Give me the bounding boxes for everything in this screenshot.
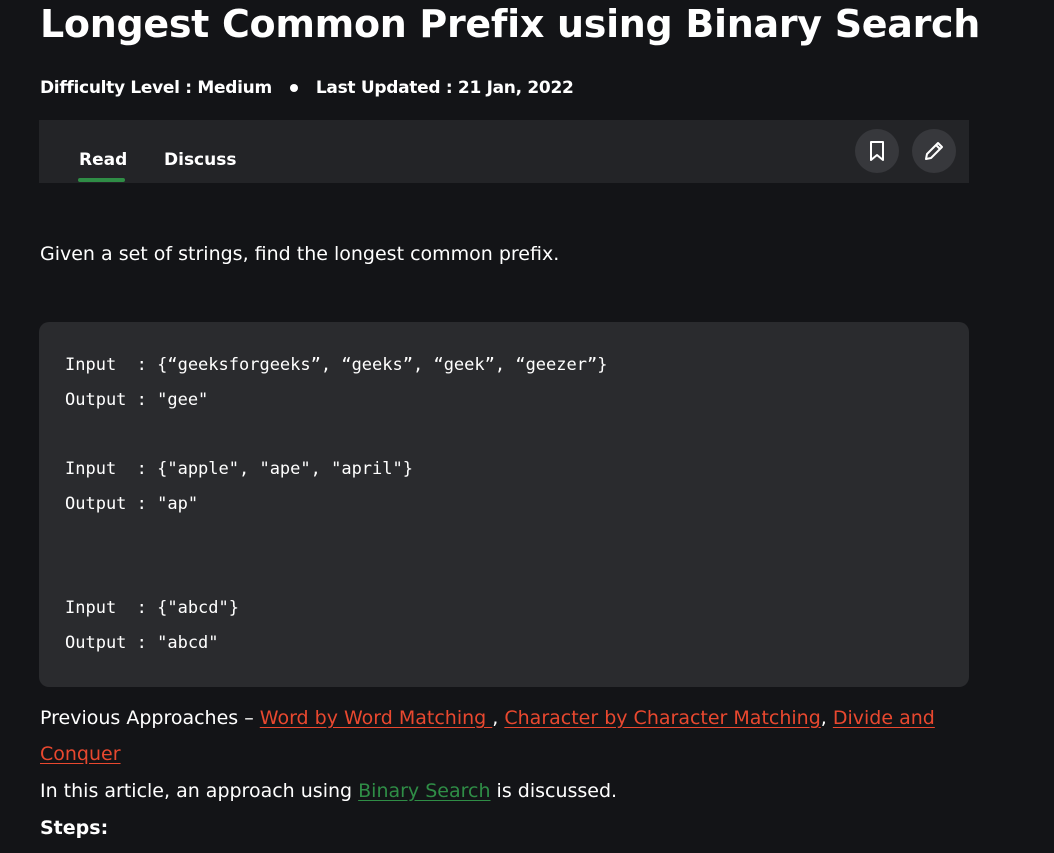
character-by-character-link[interactable]: Character by Character Matching	[504, 707, 820, 729]
bookmark-icon	[870, 141, 884, 161]
code-line: Output : "abcd"	[65, 633, 219, 653]
code-line: Output : "gee"	[65, 390, 209, 410]
code-line: Input : {“geeksforgeeks”, “geeks”, “geek…	[65, 355, 608, 375]
previous-approaches: Previous Approaches – Word by Word Match…	[40, 700, 980, 772]
binary-search-link[interactable]: Binary Search	[358, 780, 490, 802]
code-line: Input : {"apple", "ape", "april"}	[65, 459, 413, 479]
previous-prefix: Previous Approaches –	[40, 707, 260, 729]
tab-discuss[interactable]: Discuss	[164, 148, 236, 172]
bookmark-button[interactable]	[855, 129, 899, 173]
approach-before: In this article, an approach using	[40, 780, 359, 802]
link-separator: ,	[492, 707, 505, 729]
article-meta: Difficulty Level : Medium Last Updated :…	[40, 76, 574, 100]
article-tab-bar: Read Discuss	[39, 120, 969, 183]
code-line: Output : "ap"	[65, 494, 199, 514]
approach-after: is discussed.	[490, 780, 618, 802]
word-by-word-link[interactable]: Word by Word Matching	[260, 707, 493, 729]
article-page: Longest Common Prefix using Binary Searc…	[0, 0, 1054, 853]
code-line: Input : {"abcd"}	[65, 598, 239, 618]
intro-text: Given a set of strings, find the longest…	[40, 243, 560, 265]
difficulty-level: Difficulty Level : Medium	[40, 78, 272, 98]
tab-read[interactable]: Read	[79, 148, 127, 172]
steps-heading: Steps:	[40, 817, 109, 839]
approach-text: In this article, an approach using Binar…	[40, 773, 617, 809]
last-updated: Last Updated : 21 Jan, 2022	[315, 78, 574, 98]
edit-button[interactable]	[912, 129, 956, 173]
code-example-box: Input : {“geeksforgeeks”, “geeks”, “geek…	[39, 322, 969, 687]
link-separator: ,	[820, 707, 833, 729]
pencil-icon	[925, 142, 943, 160]
separator-dot	[289, 84, 298, 92]
active-tab-indicator	[78, 178, 125, 182]
page-title: Longest Common Prefix using Binary Searc…	[40, 2, 981, 46]
